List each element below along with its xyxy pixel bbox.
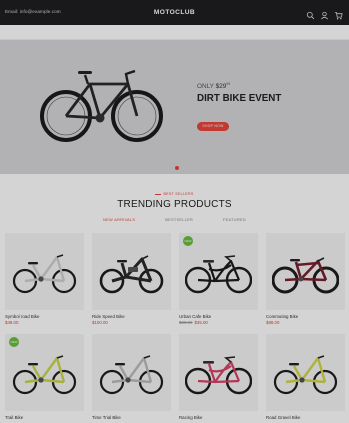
site-logo[interactable]: MOTOCLUB bbox=[0, 9, 349, 16]
new-badge: NEW bbox=[183, 236, 193, 246]
hero-price-cents: 99 bbox=[226, 82, 231, 86]
product-name[interactable]: Racing Bike bbox=[179, 415, 202, 420]
product-old-price: $38.00 bbox=[179, 320, 193, 325]
bike-image bbox=[185, 255, 252, 294]
product-image[interactable] bbox=[266, 233, 345, 310]
product-name[interactable]: Urban Cafe Bike bbox=[179, 314, 211, 319]
product-tabs: NEW ARRIVALS BESTSELLER FEATURED bbox=[0, 217, 349, 222]
hero-bike-image bbox=[40, 69, 163, 142]
product-price: $88.00 bbox=[266, 320, 279, 325]
tab-new-arrivals[interactable]: NEW ARRIVALS bbox=[103, 217, 135, 222]
product-price: $38.00 $35.00 bbox=[179, 320, 208, 325]
hero-only-label: ONLY bbox=[197, 83, 214, 91]
product-card[interactable]: Time Trial Bike bbox=[92, 334, 171, 420]
shop-now-button[interactable]: SHOP NOW bbox=[197, 122, 229, 131]
product-card[interactable]: Racing Bike bbox=[179, 334, 258, 420]
product-image[interactable] bbox=[266, 334, 345, 411]
bike-image bbox=[273, 355, 338, 395]
product-image[interactable]: NEW bbox=[5, 334, 84, 411]
slider-dot[interactable] bbox=[175, 166, 179, 170]
hero-price: $29 bbox=[215, 83, 227, 91]
user-icon[interactable] bbox=[320, 7, 329, 20]
product-name[interactable]: Commuting Bike bbox=[266, 314, 298, 319]
bike-image bbox=[12, 355, 77, 395]
new-badge: NEW bbox=[9, 337, 19, 347]
product-card[interactable]: Commuting Bike $88.00 bbox=[266, 233, 345, 325]
product-image[interactable]: NEW bbox=[179, 233, 258, 310]
product-name[interactable]: Time Trial Bike bbox=[92, 415, 121, 420]
bike-image bbox=[185, 356, 252, 395]
product-image[interactable] bbox=[5, 233, 84, 310]
header-icons bbox=[306, 7, 343, 20]
product-image[interactable] bbox=[92, 334, 171, 411]
hero-banner: ONLY $2999 DIRT BIKE EVENT SHOP NOW bbox=[0, 40, 349, 174]
search-icon[interactable] bbox=[306, 7, 315, 20]
section-title: TRENDING PRODUCTS bbox=[117, 199, 232, 210]
cart-icon[interactable] bbox=[334, 7, 343, 20]
tab-bestseller[interactable]: BESTSELLER bbox=[165, 217, 193, 222]
product-current-price: $48.00 bbox=[5, 320, 19, 325]
tab-featured[interactable]: FEATURED bbox=[223, 217, 246, 222]
product-card[interactable]: Symbol road Bike $48.00 bbox=[5, 233, 84, 325]
product-price: $48.00 bbox=[5, 320, 18, 325]
navigation-bar bbox=[0, 25, 349, 40]
page: Email: info@example.com MOTOCLUB ONLY $2… bbox=[0, 0, 349, 423]
product-card[interactable]: Ride Speed Bike $100.00 bbox=[92, 233, 171, 325]
product-current-price: $35.00 bbox=[194, 320, 208, 325]
bike-image bbox=[272, 257, 339, 294]
product-name[interactable]: Road Gravel Bike bbox=[266, 415, 300, 420]
product-image[interactable] bbox=[92, 233, 171, 310]
section-eyebrow: BEST SELLERS bbox=[0, 192, 349, 196]
product-card[interactable]: Road Gravel Bike bbox=[266, 334, 345, 420]
product-name[interactable]: Ride Speed Bike bbox=[92, 314, 125, 319]
product-card[interactable]: NEW Urban Cafe Bike $38.00 $35.00 bbox=[179, 233, 258, 325]
site-header: Email: info@example.com MOTOCLUB bbox=[0, 0, 349, 25]
product-name[interactable]: Symbol road Bike bbox=[5, 314, 39, 319]
product-current-price: $88.00 bbox=[266, 320, 280, 325]
bike-image bbox=[99, 355, 164, 395]
product-name[interactable]: Trail Bike bbox=[5, 415, 23, 420]
hero-price-line: ONLY $2999 bbox=[197, 82, 230, 90]
product-image[interactable] bbox=[179, 334, 258, 411]
bike-image bbox=[12, 254, 77, 294]
hero-title: DIRT BIKE EVENT bbox=[197, 93, 282, 104]
product-current-price: $100.00 bbox=[92, 320, 108, 325]
product-card[interactable]: NEW Trail Bike bbox=[5, 334, 84, 420]
bike-image bbox=[99, 255, 164, 294]
product-price: $100.00 bbox=[92, 320, 108, 325]
